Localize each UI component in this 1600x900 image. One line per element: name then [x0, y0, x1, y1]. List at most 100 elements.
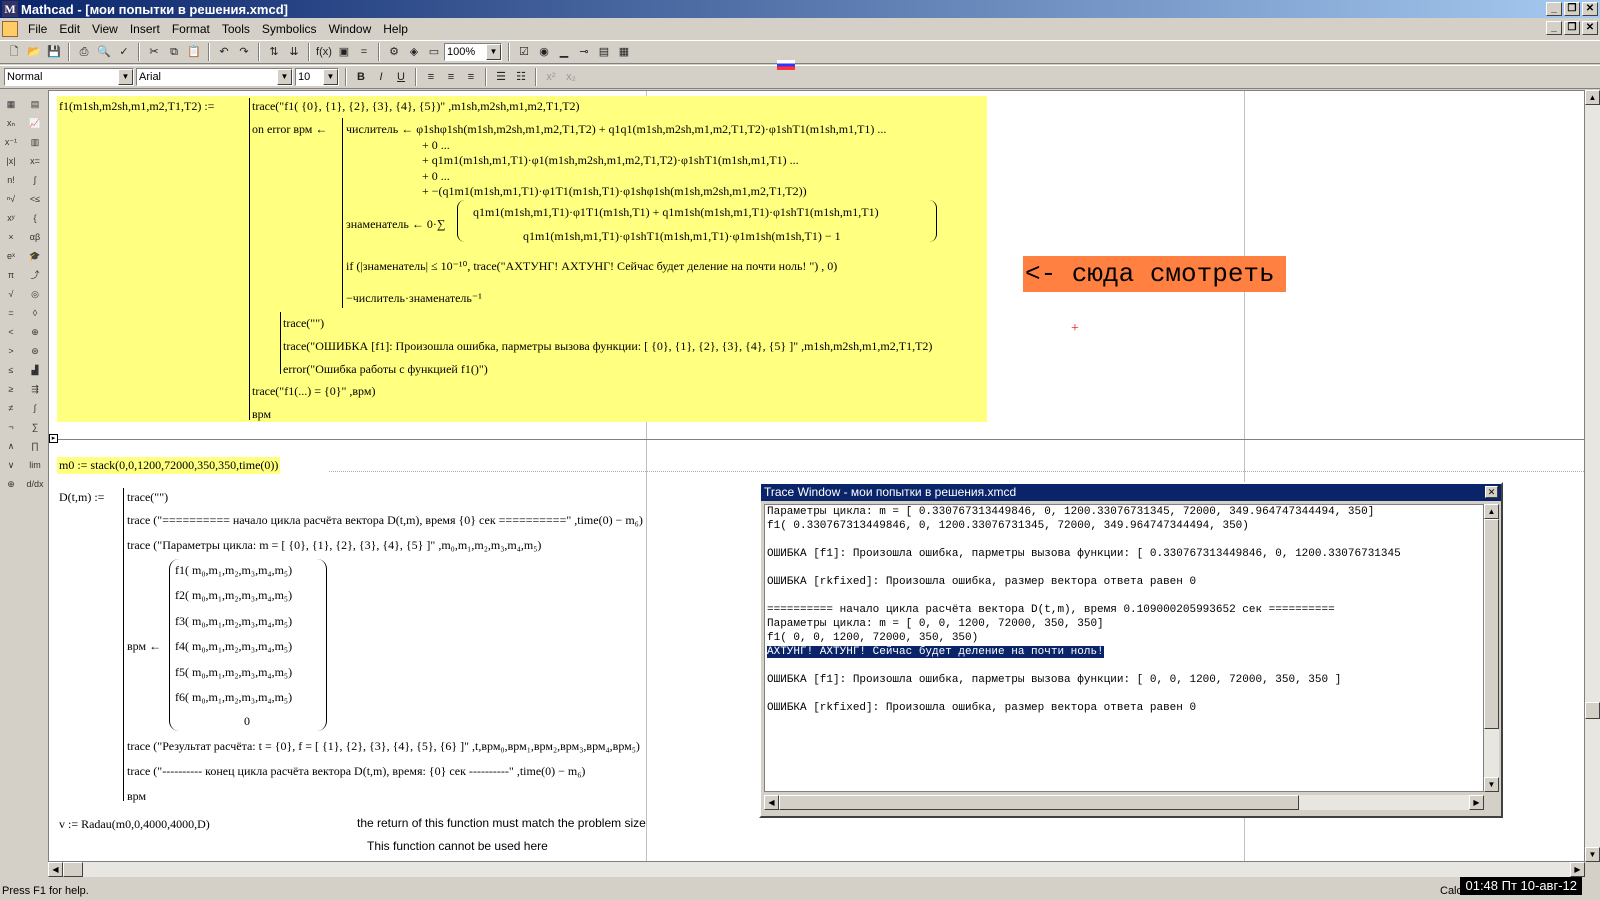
scroll-up-icon[interactable]: ▲	[1484, 504, 1499, 519]
3d-bar-icon[interactable]: ▟	[25, 362, 45, 378]
calculus-icon[interactable]: ∫	[25, 172, 45, 188]
sum-icon[interactable]: ∑	[25, 419, 45, 435]
doc-restore-icon[interactable]: ❐	[1564, 21, 1580, 35]
trace-output[interactable]: Параметры цикла: m = [ 0.330767313449846…	[764, 504, 1484, 792]
copy-icon[interactable]: ⧉	[165, 43, 183, 61]
polar-plot-icon[interactable]: ◎	[25, 286, 45, 302]
menu-view[interactable]: View	[86, 22, 124, 36]
font-select[interactable]: Arial ▼	[136, 68, 293, 86]
exponent-icon[interactable]: xʸ	[1, 210, 21, 226]
scroll-up-icon[interactable]: ▲	[1585, 90, 1600, 105]
subscript-palette-icon[interactable]: xₙ	[1, 115, 21, 131]
subscript-icon[interactable]: x₂	[562, 68, 580, 86]
m0-definition[interactable]: m0 := stack(0,0,1200,72000,350,350,time(…	[57, 457, 281, 474]
maximize-icon[interactable]: ❐	[1564, 2, 1580, 16]
style-select[interactable]: Normal ▼	[4, 68, 134, 86]
trace-line[interactable]: f1( 0, 0, 1200, 72000, 350, 350)	[767, 631, 1483, 645]
chevron-down-icon[interactable]: ▼	[277, 69, 292, 85]
trace-line[interactable]	[767, 589, 1483, 603]
greater-equal-icon[interactable]: ≥	[1, 381, 21, 397]
trace-vertical-scrollbar[interactable]: ▲ ▼	[1484, 504, 1499, 792]
factorial-icon[interactable]: n!	[1, 172, 21, 188]
evaluation-icon[interactable]: x=	[25, 153, 45, 169]
document-icon[interactable]	[2, 21, 18, 37]
new-icon[interactable]: 🗋	[5, 43, 23, 61]
component-icon[interactable]: ⚙	[385, 43, 403, 61]
boolean-icon[interactable]: ☑	[515, 43, 533, 61]
horizontal-scrollbar[interactable]: ◀ ▶	[48, 862, 1585, 877]
matrix-icon[interactable]: ▥	[25, 134, 45, 150]
menu-window[interactable]: Window	[323, 22, 378, 36]
doc-minimize-icon[interactable]: _	[1546, 21, 1562, 35]
cut-icon[interactable]: ✂	[145, 43, 163, 61]
abs-icon[interactable]: |x|	[1, 153, 21, 169]
align-center-icon[interactable]: ≡	[442, 68, 460, 86]
resource-icon[interactable]: ◈	[405, 43, 423, 61]
ex-icon[interactable]: eˣ	[1, 248, 21, 264]
greek-icon[interactable]: αβ	[25, 229, 45, 245]
and-icon[interactable]: ∧	[1, 438, 21, 454]
multiply-icon[interactable]: ×	[1, 229, 21, 245]
doc-close-icon[interactable]: ✕	[1582, 21, 1598, 35]
area-collapse-icon[interactable]: ▸	[49, 434, 58, 443]
numbering-icon[interactable]: ☷	[512, 68, 530, 86]
trace-line[interactable]	[767, 561, 1483, 575]
surface-plot-icon[interactable]: ◊	[25, 305, 45, 321]
trace-line[interactable]: Параметры цикла: m = [ 0, 0, 1200, 72000…	[767, 617, 1483, 631]
trace-line[interactable]: Параметры цикла: m = [ 0.330767313449846…	[767, 505, 1483, 519]
menu-symbolics[interactable]: Symbolics	[256, 22, 323, 36]
align-right-icon[interactable]: ≡	[462, 68, 480, 86]
paste-icon[interactable]: 📋	[185, 43, 203, 61]
font-size-select[interactable]: 10 ▼	[295, 68, 339, 86]
trace-line[interactable]	[767, 533, 1483, 547]
limit-icon[interactable]: lim	[25, 457, 45, 473]
symbolic-icon[interactable]: 🎓	[25, 248, 45, 264]
xy-plot-icon[interactable]: ⤴	[25, 267, 45, 283]
trace-line[interactable]	[767, 659, 1483, 673]
close-icon[interactable]: ✕	[1582, 2, 1598, 16]
close-icon[interactable]: ✕	[1485, 486, 1498, 498]
superscript-icon[interactable]: x²	[542, 68, 560, 86]
trace-window-title[interactable]: Trace Window - мои попытки в решения.xmc…	[761, 484, 1501, 501]
sqrt-icon[interactable]: √	[1, 286, 21, 302]
chevron-down-icon[interactable]: ▼	[486, 44, 501, 60]
print-icon[interactable]: ⎙	[75, 43, 93, 61]
product-icon[interactable]: ∏	[25, 438, 45, 454]
greater-than-icon[interactable]: >	[1, 343, 21, 359]
insert-unit-icon[interactable]: ▣	[335, 43, 353, 61]
redo-icon[interactable]: ↷	[235, 43, 253, 61]
minimize-icon[interactable]: _	[1546, 2, 1562, 16]
power-icon[interactable]: x⁻¹	[1, 134, 21, 150]
trace-horizontal-scrollbar[interactable]: ◀ ▶	[764, 795, 1484, 810]
trace-window[interactable]: Trace Window - мои попытки в решения.xmc…	[759, 482, 1503, 818]
chevron-down-icon[interactable]: ▼	[323, 69, 338, 85]
not-equal-icon[interactable]: ≠	[1, 400, 21, 416]
menu-edit[interactable]: Edit	[53, 22, 86, 36]
trace-line[interactable]: ОШИБКА [f1]: Произошла ошибка, парметры …	[767, 673, 1483, 687]
radio-icon[interactable]: ◉	[535, 43, 553, 61]
menu-format[interactable]: Format	[166, 22, 216, 36]
align-left-icon[interactable]: ≡	[422, 68, 440, 86]
vertical-scrollbar[interactable]: ▲ ▼	[1585, 90, 1600, 862]
trace-line[interactable]: ОШИБКА [f1]: Произошла ошибка, парметры …	[767, 547, 1483, 561]
nth-root-icon[interactable]: ⁿ√	[1, 191, 21, 207]
graph-icon[interactable]: 📈	[25, 115, 45, 131]
3d-scatter-icon[interactable]: ⊛	[25, 343, 45, 359]
underline-button[interactable]: U	[392, 68, 410, 86]
less-than-icon[interactable]: <	[1, 324, 21, 340]
trace-line[interactable]	[767, 687, 1483, 701]
trace-line[interactable]: АХТУНГ! АХТУНГ! Сейчас будет деление на …	[767, 645, 1483, 659]
scroll-thumb[interactable]	[63, 862, 83, 877]
derivative-icon[interactable]: d/dx	[25, 476, 45, 492]
slider-icon[interactable]: ▁	[555, 43, 573, 61]
scroll-right-icon[interactable]: ▶	[1469, 795, 1484, 810]
listbox-icon[interactable]: ▤	[595, 43, 613, 61]
scroll-left-icon[interactable]: ◀	[48, 862, 63, 877]
chevron-down-icon[interactable]: ▼	[118, 69, 133, 85]
not-icon[interactable]: ¬	[1, 419, 21, 435]
trace-line[interactable]: ОШИБКА [rkfixed]: Произошла ошибка, разм…	[767, 701, 1483, 715]
trace-line[interactable]: ОШИБКА [rkfixed]: Произошла ошибка, разм…	[767, 575, 1483, 589]
scroll-thumb[interactable]	[1585, 702, 1600, 719]
menu-tools[interactable]: Tools	[216, 22, 256, 36]
pi-icon[interactable]: π	[1, 267, 21, 283]
